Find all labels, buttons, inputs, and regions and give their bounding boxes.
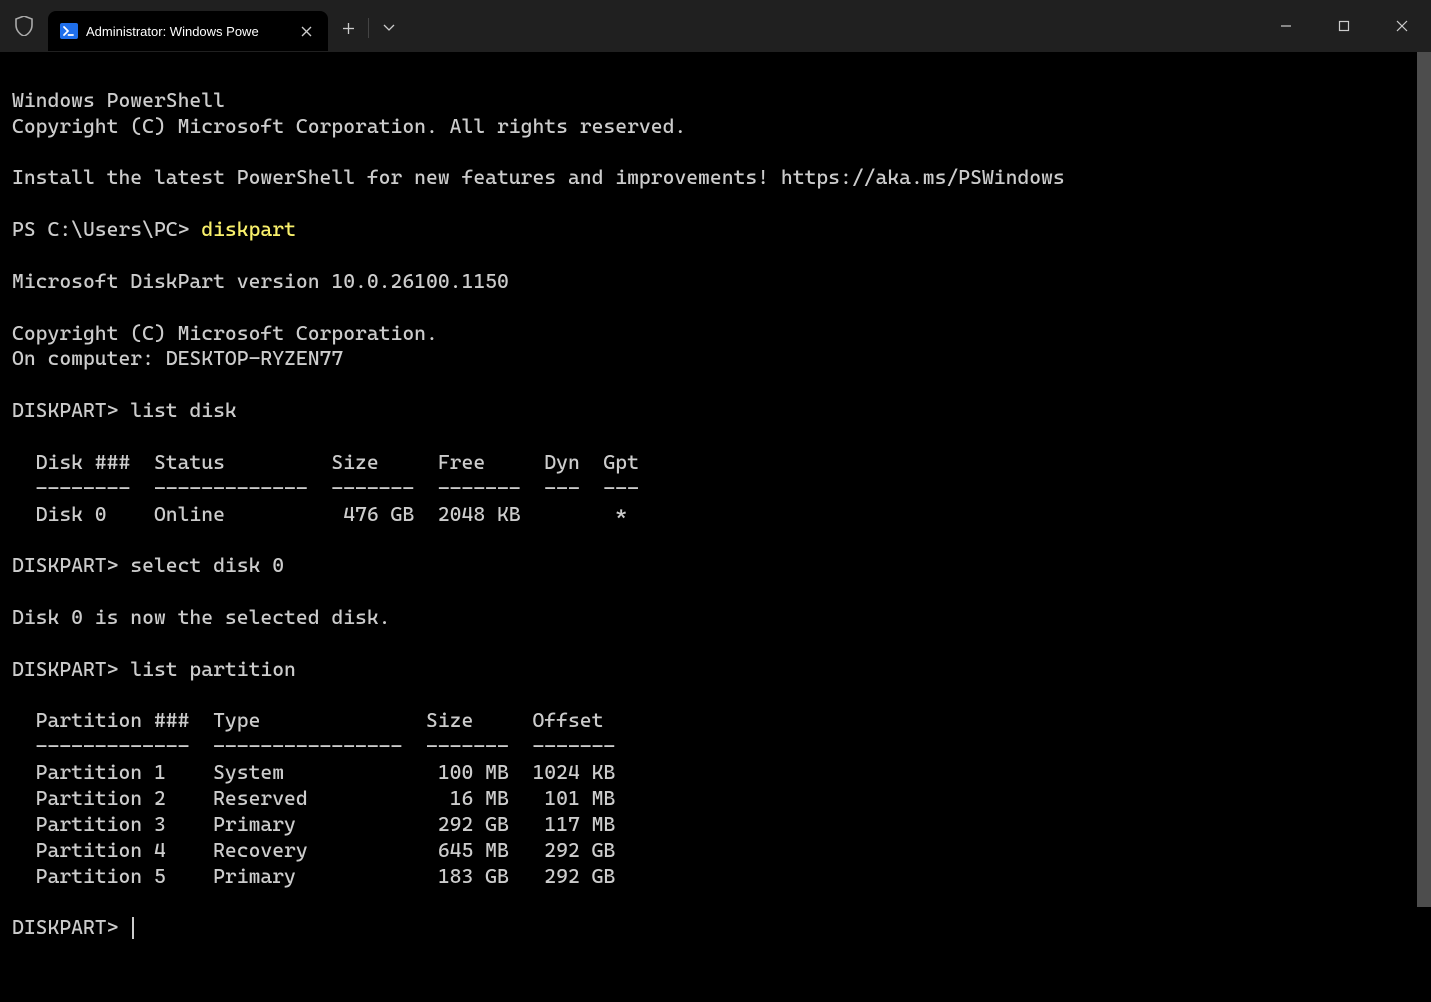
diskpart-computer: On computer: DESKTOP-RYZEN77: [12, 346, 343, 370]
new-tab-button[interactable]: [328, 22, 368, 35]
text-cursor: [132, 917, 134, 939]
diskpart-prompt: DISKPART> list disk: [12, 398, 237, 422]
partition-table-row: Partition 5 Primary 183 GB 292 GB: [12, 864, 615, 888]
tab-dropdown-button[interactable]: [369, 24, 409, 32]
disk-table-header: Disk ### Status Size Free Dyn Gpt: [12, 450, 639, 474]
tab-close-button[interactable]: [294, 19, 318, 43]
partition-table-row: Partition 1 System 100 MB 1024 KB: [12, 760, 615, 784]
ps-command: diskpart: [201, 217, 296, 241]
partition-table-row: Partition 2 Reserved 16 MB 101 MB: [12, 786, 615, 810]
ps-prompt: PS C:\Users\PC>: [12, 217, 201, 241]
chevron-down-icon: [383, 24, 395, 32]
close-icon: [1396, 20, 1408, 32]
minimize-icon: [1280, 20, 1292, 32]
tab-active[interactable]: Administrator: Windows Powe: [48, 11, 328, 51]
disk-table-row: Disk 0 Online 476 GB 2048 KB *: [12, 502, 627, 526]
plus-icon: [342, 22, 355, 35]
banner-line: Windows PowerShell: [12, 88, 225, 112]
maximize-icon: [1338, 20, 1350, 32]
powershell-icon: [60, 22, 78, 40]
minimize-button[interactable]: [1257, 0, 1315, 52]
diskpart-copyright: Copyright (C) Microsoft Corporation.: [12, 321, 438, 345]
select-message: Disk 0 is now the selected disk.: [12, 605, 391, 629]
window-controls: [1257, 0, 1431, 52]
scrollbar-thumb[interactable]: [1417, 52, 1431, 907]
partition-table-header: Partition ### Type Size Offset: [12, 708, 603, 732]
shield-icon: [15, 16, 33, 36]
partition-table-row: Partition 4 Recovery 645 MB 292 GB: [12, 838, 615, 862]
banner-line: Copyright (C) Microsoft Corporation. All…: [12, 114, 686, 138]
partition-table-divider: ------------- ---------------- ------- -…: [12, 734, 615, 758]
diskpart-prompt: DISKPART> select disk 0: [12, 553, 284, 577]
tab-title: Administrator: Windows Powe: [86, 24, 286, 39]
admin-shield-area: [0, 16, 48, 36]
disk-table-divider: -------- ------------- ------- ------- -…: [12, 476, 639, 500]
close-icon: [301, 26, 312, 37]
partition-table-row: Partition 3 Primary 292 GB 117 MB: [12, 812, 615, 836]
scrollbar[interactable]: [1417, 52, 1431, 1002]
maximize-button[interactable]: [1315, 0, 1373, 52]
titlebar: Administrator: Windows Powe: [0, 0, 1431, 52]
terminal-content[interactable]: Windows PowerShell Copyright (C) Microso…: [0, 52, 1431, 1002]
diskpart-prompt: DISKPART> list partition: [12, 657, 296, 681]
close-window-button[interactable]: [1373, 0, 1431, 52]
install-message: Install the latest PowerShell for new fe…: [12, 165, 1065, 189]
titlebar-left: Administrator: Windows Powe: [0, 0, 1257, 52]
diskpart-prompt: DISKPART>: [12, 915, 130, 939]
diskpart-version: Microsoft DiskPart version 10.0.26100.11…: [12, 269, 509, 293]
